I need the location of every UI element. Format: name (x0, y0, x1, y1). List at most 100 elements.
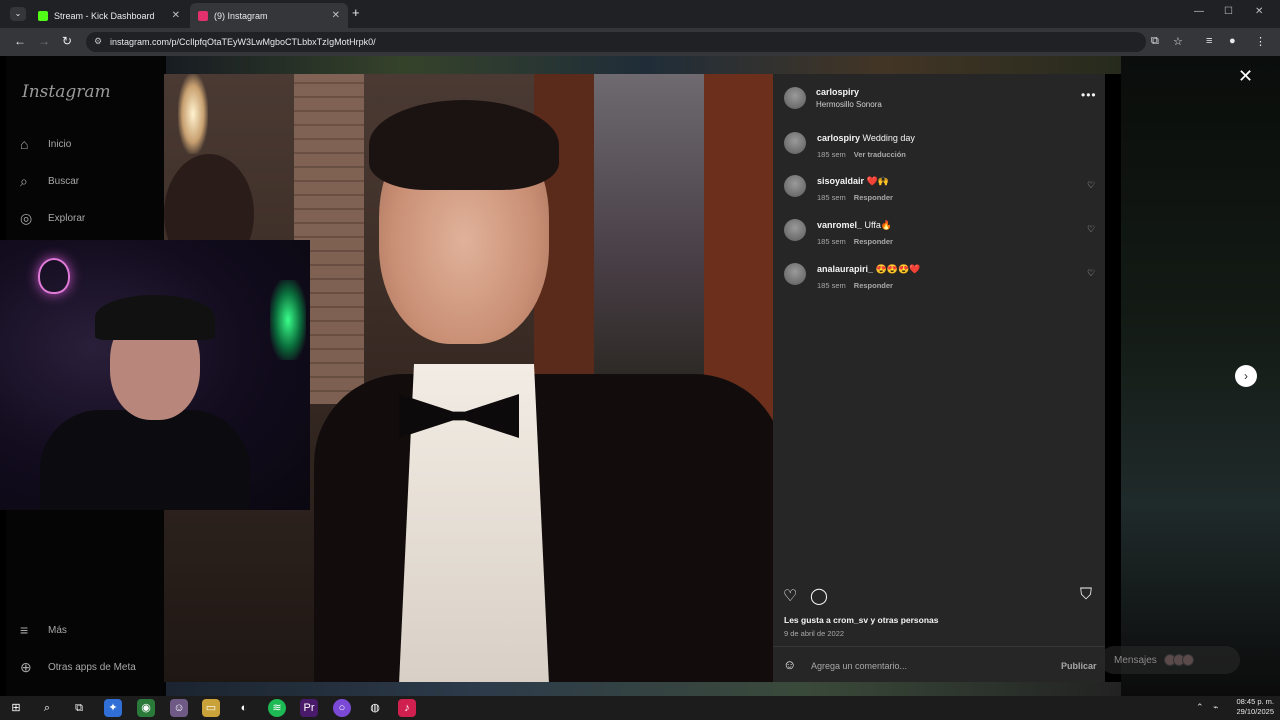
search-icon: ⌕ (20, 173, 28, 189)
avatar[interactable] (784, 175, 806, 197)
comment-text: Uffa🔥 (864, 220, 893, 230)
media-controls-icon[interactable]: ≡ (1206, 35, 1212, 47)
close-icon[interactable]: ✕ (1238, 66, 1253, 87)
comment-meta: 185 sem Responder (817, 237, 893, 246)
tab-search-button[interactable]: ⌄ (10, 7, 26, 21)
bookmark-star-icon[interactable]: ☆ (1173, 35, 1183, 48)
next-post-button[interactable]: › (1235, 365, 1257, 387)
comment-text: 😍😍😍❤️ (875, 264, 921, 274)
windows-start-icon[interactable]: ⊞ (7, 699, 25, 717)
network-icon[interactable]: ⌁ (1213, 702, 1218, 713)
sidebar-item-explorar[interactable]: ◎ Explorar (20, 210, 85, 227)
tab-instagram[interactable]: (9) Instagram ✕ (190, 3, 348, 28)
post-details-panel: carlospiry Hermosillo Sonora ••• carlosp… (773, 74, 1105, 682)
site-info-icon[interactable]: ⚙ (94, 36, 102, 47)
comment-user[interactable]: sisoyaldair (817, 176, 864, 186)
post-location[interactable]: Hermosillo Sonora (816, 100, 882, 109)
close-tab-icon[interactable]: ✕ (172, 10, 180, 21)
webcam-overlay (0, 240, 310, 510)
sidebar-item-label: Buscar (48, 176, 80, 187)
neon-light (270, 280, 306, 360)
sidebar-item-label: Inicio (48, 138, 72, 150)
comment-user[interactable]: analaurapiri_ (817, 264, 873, 274)
task-view-icon[interactable]: ⧉ (70, 699, 88, 717)
sidebar-item-label: Otras apps de Meta (48, 662, 136, 673)
sidebar-item-buscar[interactable]: ⌕ Buscar (20, 173, 79, 190)
photo-lamp (178, 74, 208, 154)
maximize-button[interactable]: ☐ (1224, 6, 1233, 17)
profile-avatar[interactable]: ● (1229, 35, 1236, 47)
back-button[interactable]: ← (14, 34, 26, 48)
close-window-button[interactable]: ✕ (1255, 6, 1263, 17)
obs-icon[interactable]: ◐ (235, 699, 253, 717)
comment: analaurapiri_ 😍😍😍❤️ (817, 264, 920, 275)
reply-link[interactable]: Responder (854, 193, 893, 202)
comment-icon[interactable]: ◯ (810, 586, 828, 606)
message-avatars (1163, 654, 1194, 666)
instagram-logo[interactable]: Instagram (22, 82, 111, 102)
tab-title: Stream - Kick Dashboard (54, 10, 155, 21)
comment-input[interactable]: Agrega un comentario... (811, 661, 907, 671)
streamer-cap (95, 295, 215, 340)
minimize-button[interactable]: — (1194, 6, 1204, 17)
messages-button[interactable]: Mensajes (1100, 646, 1240, 674)
app-icon[interactable]: ◍ (366, 699, 384, 717)
comment-meta: 185 sem Responder (817, 193, 893, 202)
tray-chevron-icon[interactable]: ⌃ (1196, 702, 1204, 713)
reply-link[interactable]: Responder (854, 281, 893, 290)
tab-kick-dashboard[interactable]: Stream - Kick Dashboard ✕ (30, 3, 188, 28)
avatar[interactable] (784, 263, 806, 285)
like-comment-icon[interactable]: ♡ (1087, 224, 1095, 235)
close-tab-icon[interactable]: ✕ (332, 10, 340, 21)
address-bar[interactable]: ⚙ instagram.com/p/CcIlpfqOtaTEyW3LwMgboC… (86, 32, 1146, 52)
likes-summary[interactable]: Les gusta a crom_sv y otras personas (784, 615, 939, 625)
browser-menu-icon[interactable]: ⋮ (1255, 35, 1266, 48)
caption-age: 185 sem (817, 150, 846, 159)
post-date: 9 de abril de 2022 (784, 629, 845, 638)
reply-link[interactable]: Responder (854, 237, 893, 246)
discord-icon[interactable]: ☺ (170, 699, 188, 717)
browser-tab-bar: ⌄ Stream - Kick Dashboard ✕ (9) Instagra… (0, 0, 1280, 28)
comment-user[interactable]: vanromel_ (817, 220, 862, 230)
copilot-icon[interactable]: ✦ (104, 699, 122, 717)
comment-meta: 185 sem Responder (817, 281, 893, 290)
app-icon[interactable]: ○ (333, 699, 351, 717)
search-icon[interactable]: ⌕ (38, 699, 56, 717)
spotify-icon[interactable]: ≋ (268, 699, 286, 717)
avatar[interactable] (784, 87, 806, 109)
tiktok-icon[interactable]: ♪ (398, 699, 416, 717)
background-feed (166, 56, 1121, 74)
sidebar-item-inicio[interactable]: ⌂ Inicio (20, 136, 71, 152)
sidebar-item-mas[interactable]: ≡ Más (20, 622, 67, 638)
avatar[interactable] (784, 219, 806, 241)
instagram-page: Instagram ⌂ Inicio ⌕ Buscar ◎ Explorar ≡… (0, 56, 1280, 696)
emoji-icon[interactable]: ☺ (783, 657, 796, 672)
caption-user[interactable]: carlospiry (817, 133, 860, 143)
sidebar-item-label: Más (48, 624, 67, 636)
more-options-icon[interactable]: ••• (1081, 88, 1097, 102)
publish-button[interactable]: Publicar (1061, 661, 1097, 671)
post-author[interactable]: carlospiry (816, 87, 859, 97)
comment-text: ❤️🙌 (866, 176, 889, 186)
reload-button[interactable]: ↻ (62, 34, 72, 48)
translate-link[interactable]: Ver traducción (854, 150, 906, 159)
install-app-icon[interactable]: ⧉ (1151, 35, 1159, 48)
clock-date: 29/10/2025 (1236, 707, 1274, 716)
avatar[interactable] (784, 132, 806, 154)
streamer-body (40, 410, 250, 510)
taskbar: ⊞ ⌕ ⧉ ✦ ◉ ☺ ▭ ◐ ≋ Pr ○ ◍ ♪ ⌃ ⌁ 08:45 p. … (0, 696, 1280, 720)
system-clock[interactable]: 08:45 p. m. 29/10/2025 (1228, 697, 1274, 717)
save-icon[interactable]: ⛉ (1080, 586, 1092, 604)
sidebar-item-meta-apps[interactable]: ⊕ Otras apps de Meta (20, 659, 136, 676)
address-text: instagram.com/p/CcIlpfqOtaTEyW3LwMgboCTL… (110, 37, 376, 47)
caption: carlospiry Wedding day (817, 133, 915, 143)
like-icon[interactable]: ♡ (783, 586, 797, 606)
chrome-icon[interactable]: ◉ (137, 699, 155, 717)
new-tab-button[interactable]: + (352, 5, 360, 20)
premiere-icon[interactable]: Pr (300, 699, 318, 717)
browser-toolbar: ← → ↻ ⚙ instagram.com/p/CcIlpfqOtaTEyW3L… (0, 28, 1280, 56)
like-comment-icon[interactable]: ♡ (1087, 180, 1095, 191)
file-explorer-icon[interactable]: ▭ (202, 699, 220, 717)
forward-button[interactable]: → (38, 34, 50, 48)
like-comment-icon[interactable]: ♡ (1087, 268, 1095, 279)
